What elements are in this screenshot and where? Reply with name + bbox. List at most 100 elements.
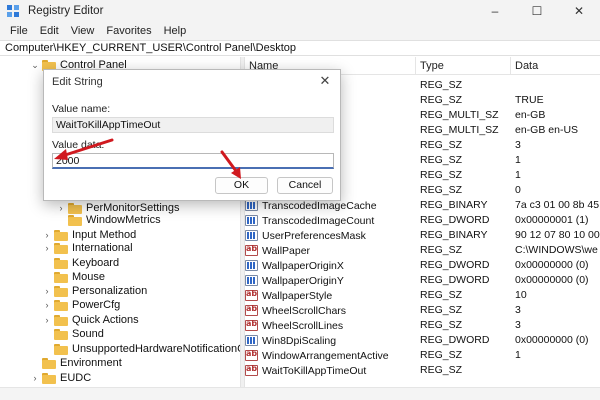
tree-item-international[interactable]: › International [42, 240, 133, 256]
value-data-cell: 3 [515, 319, 521, 331]
list-row[interactable]: WheelScrollLines REG_SZ 3 [245, 318, 600, 333]
binary-value-icon [245, 215, 258, 226]
menu-file[interactable]: File [4, 25, 34, 37]
cancel-button[interactable]: Cancel [277, 177, 333, 194]
value-name-cell: UserPreferencesMask [245, 228, 413, 243]
value-type-cell: REG_SZ [420, 169, 463, 181]
value-type-cell: REG_MULTI_SZ [420, 109, 499, 121]
close-button[interactable]: ✕ [558, 0, 600, 22]
value-data-cell: TRUE [515, 94, 544, 106]
value-data-cell [515, 78, 600, 93]
folder-icon [54, 229, 68, 241]
value-name-cell: WaitToKillAppTimeOut [245, 363, 413, 378]
value-name-cell: WheelScrollChars [245, 303, 413, 318]
tree-item-label: WindowMetrics [86, 214, 161, 226]
value-name: WallpaperOriginX [262, 259, 344, 272]
horizontal-scrollbar[interactable] [0, 387, 600, 400]
value-type-cell: REG_SZ [420, 244, 463, 256]
list-row[interactable]: WallpaperStyle REG_SZ 10 [245, 288, 600, 303]
column-header-type[interactable]: Type [416, 57, 510, 75]
value-data-cell: 3 [515, 304, 521, 316]
value-data-cell: 10 [515, 289, 527, 301]
value-name: TranscodedImageCache [262, 199, 377, 212]
value-data-cell: 0x00000000 (0) [515, 259, 589, 271]
column-header-data[interactable]: Data [511, 57, 600, 75]
value-data-cell: 1 [515, 169, 521, 181]
folder-icon [54, 343, 68, 355]
menu-bar: File Edit View Favorites Help [0, 22, 600, 40]
list-row[interactable]: WindowArrangementActive REG_SZ 1 [245, 348, 600, 363]
tree-item-powercfg[interactable]: › PowerCfg [42, 297, 121, 313]
tree-item-label: Keyboard [72, 257, 120, 269]
value-name: WallpaperStyle [262, 289, 333, 302]
list-row[interactable]: UserPreferencesMask REG_BINARY 90 12 07 80… [245, 228, 600, 243]
folder-icon [68, 214, 82, 226]
tree-item-label: UnsupportedHardwareNotificationCa [72, 343, 240, 355]
list-row[interactable]: Win8DpiScaling REG_DWORD 0x00000000 (0) [245, 333, 600, 348]
value-type-cell: REG_SZ [420, 349, 463, 361]
value-data-input[interactable]: 2000 [52, 153, 334, 169]
value-type-cell: REG_BINARY [420, 199, 488, 211]
value-name-cell: WallpaperOriginY [245, 273, 413, 288]
maximize-button[interactable]: ☐ [516, 0, 558, 22]
menu-edit[interactable]: Edit [34, 25, 65, 37]
value-data-cell: 90 12 07 80 10 00 [515, 229, 600, 241]
menu-help[interactable]: Help [158, 25, 193, 37]
value-name: WheelScrollLines [262, 319, 344, 332]
value-name-cell: WallpaperOriginX [245, 258, 413, 273]
list-row[interactable]: WaitToKillAppTimeOut REG_SZ [245, 363, 600, 378]
tree-item-sound[interactable]: Sound [42, 326, 104, 342]
value-data-cell: C:\WINDOWS\we [515, 244, 598, 256]
value-name: WindowArrangementActive [262, 349, 389, 362]
value-name-cell: WallpaperStyle [245, 288, 413, 303]
string-value-icon [245, 289, 258, 301]
value-data-cell: 0 [515, 184, 521, 196]
list-row[interactable]: WallPaper REG_SZ C:\WINDOWS\we [245, 243, 600, 258]
string-value-icon [245, 304, 258, 316]
value-name: Win8DpiScaling [262, 334, 337, 347]
title-bar: Registry Editor – ☐ ✕ [0, 0, 600, 22]
chevron-right-icon[interactable]: › [30, 370, 40, 386]
list-row[interactable]: WheelScrollChars REG_SZ 3 [245, 303, 600, 318]
value-data-cell: 0x00000000 (0) [515, 274, 589, 286]
ok-button[interactable]: OK [215, 177, 268, 194]
binary-value-icon [245, 335, 258, 346]
window-title: Registry Editor [28, 5, 104, 17]
tree-item-windowmetrics[interactable]: WindowMetrics [56, 212, 161, 228]
value-data-cell: 1 [515, 154, 521, 166]
value-type-cell: REG_DWORD [420, 214, 490, 226]
value-type-cell: REG_SZ [420, 364, 463, 376]
tree-item-label: PowerCfg [72, 299, 121, 311]
value-name-cell: WallPaper [245, 243, 413, 258]
value-type-cell: REG_SZ [420, 154, 463, 166]
window-controls: – ☐ ✕ [474, 0, 600, 22]
folder-icon [54, 257, 68, 269]
list-row[interactable]: WallpaperOriginX REG_DWORD 0x00000000 (0) [245, 258, 600, 273]
minimize-button[interactable]: – [474, 0, 516, 22]
value-type-cell: REG_MULTI_SZ [420, 124, 499, 136]
folder-icon [54, 242, 68, 254]
chevron-down-icon[interactable]: ⌄ [30, 57, 40, 73]
address-bar[interactable]: Computer\HKEY_CURRENT_USER\Control Panel… [0, 40, 600, 56]
folder-icon [42, 372, 56, 384]
tree-item-eudc[interactable]: › EUDC [30, 370, 92, 386]
menu-view[interactable]: View [65, 25, 101, 37]
chevron-right-icon[interactable]: › [42, 240, 52, 256]
list-row[interactable]: WallpaperOriginY REG_DWORD 0x00000000 (0) [245, 273, 600, 288]
string-value-icon [245, 319, 258, 331]
menu-favorites[interactable]: Favorites [100, 25, 157, 37]
string-value-icon [245, 349, 258, 361]
list-row[interactable]: TranscodedImageCount REG_DWORD 0x00000001 … [245, 213, 600, 228]
tree-item-environment[interactable]: Environment [30, 355, 122, 371]
tree-item-label: Environment [60, 357, 122, 369]
value-name-cell: TranscodedImageCount [245, 213, 413, 228]
value-data-label: Value data: [52, 139, 105, 151]
value-data-cell: 3 [515, 139, 521, 151]
value-data-cell: 7a c3 01 00 8b 45 [515, 199, 600, 211]
chevron-right-icon[interactable]: › [42, 297, 52, 313]
binary-value-icon [245, 200, 258, 211]
dialog-close-button[interactable]: ✕ [316, 73, 334, 89]
